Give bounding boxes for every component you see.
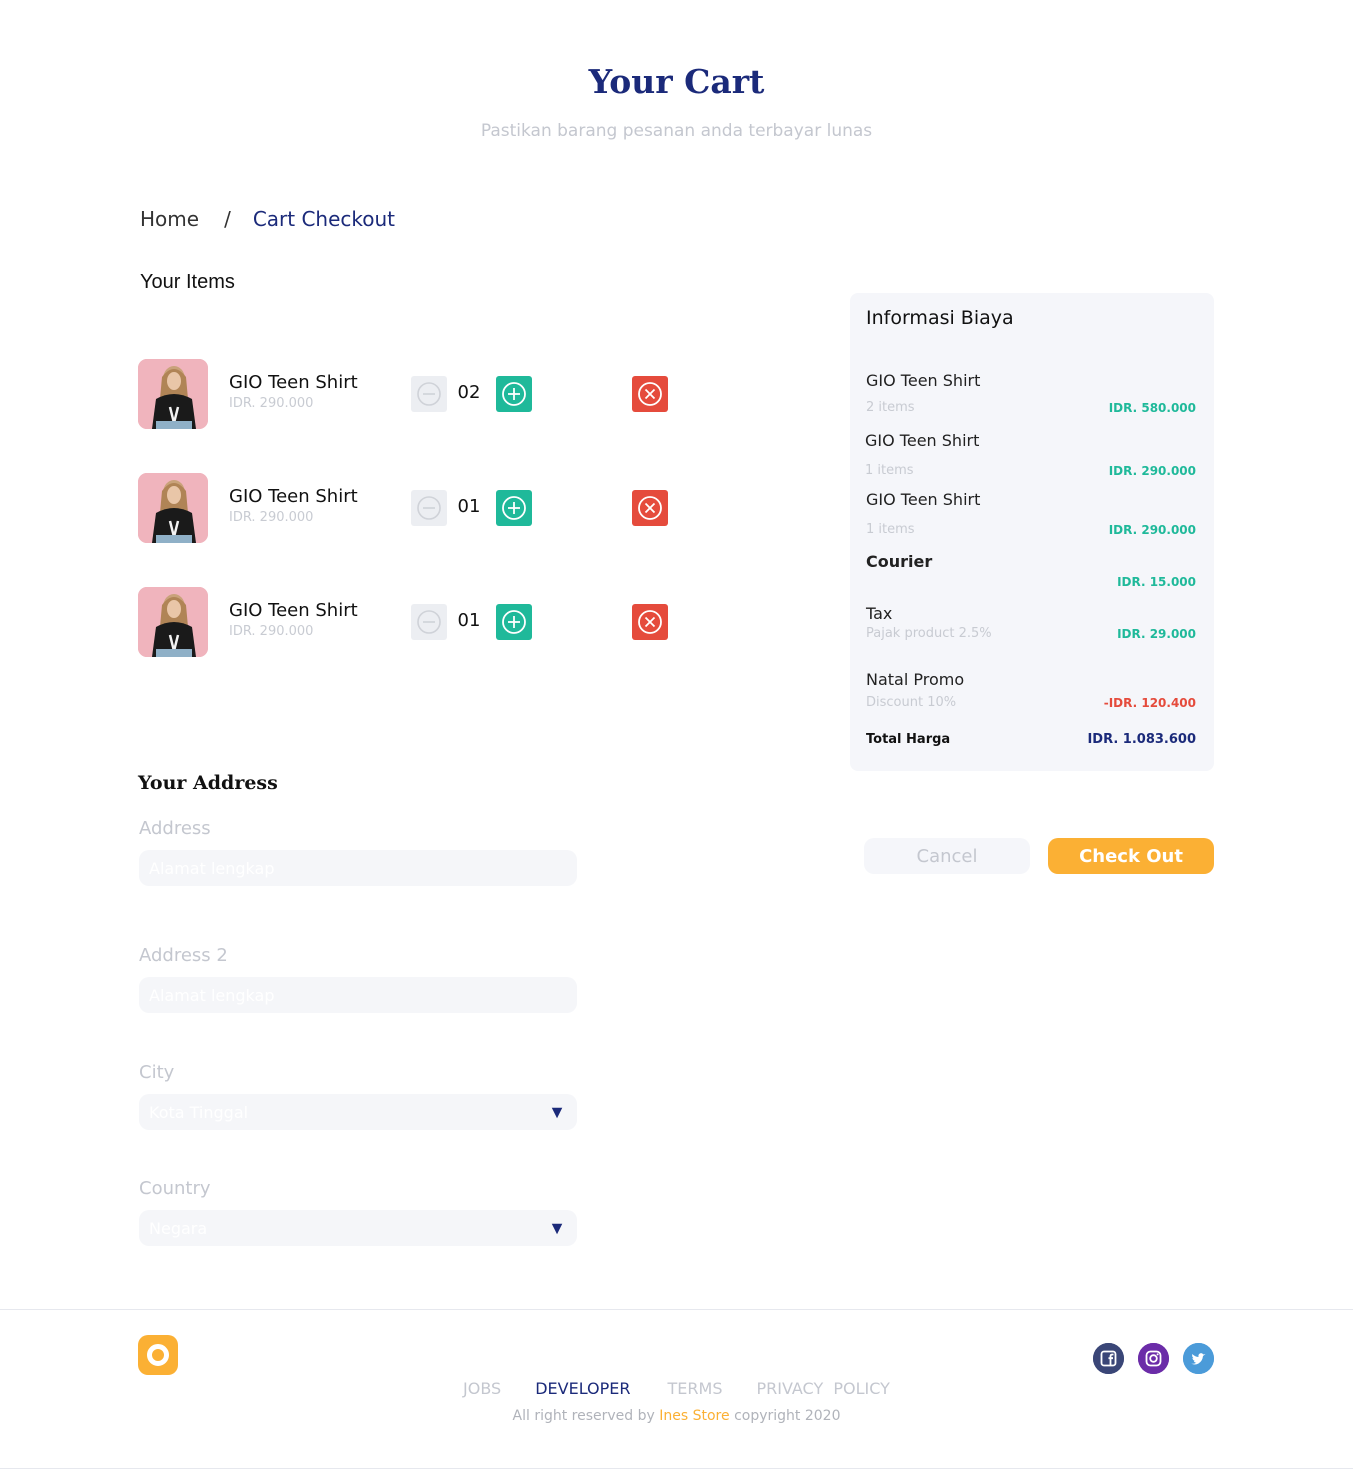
quantity-value: 01 (457, 610, 481, 631)
minus-circle-icon (417, 382, 441, 406)
page-title: Your Cart (588, 62, 765, 101)
your-items-heading: Your Items (140, 271, 235, 293)
cancel-button[interactable]: Cancel (864, 838, 1030, 874)
minus-circle-icon (417, 496, 441, 520)
brand-link[interactable]: Ines Store (659, 1408, 729, 1424)
footer-nav: JOBS DEVELOPER TERMS PRIVACY POLICY (0, 1379, 1353, 1398)
plus-circle-icon (502, 610, 526, 634)
logo-ring-icon (147, 1344, 169, 1366)
summary-promo-note: Discount 10% (866, 695, 957, 710)
summary-total-value: IDR. 1.083.600 (1087, 732, 1196, 747)
minus-circle-icon (417, 610, 441, 634)
summary-promo-value: -IDR. 120.400 (1103, 696, 1196, 710)
address-label: Address (139, 818, 211, 839)
summary-item-value: IDR. 290.000 (1108, 523, 1196, 537)
summary-item-value: IDR. 290.000 (1108, 464, 1196, 478)
remove-item-button[interactable] (632, 376, 668, 412)
product-name: GIO Teen Shirt (229, 372, 358, 393)
city-select-value: Kota Tinggal (149, 1102, 249, 1122)
address2-label: Address 2 (139, 945, 228, 966)
cost-summary-panel: Informasi Biaya GIO Teen Shirt 2 items I… (850, 293, 1214, 771)
footer-link-jobs[interactable]: JOBS (463, 1379, 501, 1398)
remove-item-button[interactable] (632, 490, 668, 526)
quantity-value: 02 (457, 382, 481, 403)
instagram-icon[interactable] (1138, 1343, 1169, 1374)
cart-item: GIO Teen Shirt IDR. 290.000 01 (138, 587, 678, 657)
summary-item-count: 1 items (866, 522, 915, 537)
footer-link-privacy-policy[interactable]: PRIVACY POLICY (756, 1379, 889, 1398)
decrease-quantity-button[interactable] (411, 490, 447, 526)
summary-item-name: GIO Teen Shirt (866, 371, 981, 390)
store-logo[interactable] (138, 1335, 178, 1375)
summary-tax-note: Pajak product 2.5% (866, 626, 992, 641)
breadcrumb: Home / Cart Checkout (140, 207, 395, 231)
summary-promo-label: Natal Promo (866, 670, 965, 689)
copyright-prefix: All right reserved by (512, 1408, 660, 1424)
product-name: GIO Teen Shirt (229, 600, 358, 621)
remove-item-button[interactable] (632, 604, 668, 640)
decrease-quantity-button[interactable] (411, 376, 447, 412)
increase-quantity-button[interactable] (496, 604, 532, 640)
summary-item-value: IDR. 580.000 (1108, 401, 1196, 415)
product-thumbnail (138, 359, 208, 429)
plus-circle-icon (502, 496, 526, 520)
facebook-icon[interactable] (1093, 1343, 1124, 1374)
summary-item-name: GIO Teen Shirt (865, 431, 980, 450)
country-label: Country (139, 1178, 211, 1199)
increase-quantity-button[interactable] (496, 490, 532, 526)
breadcrumb-separator: / (224, 207, 231, 231)
summary-tax-value: IDR. 29.000 (1117, 627, 1196, 641)
cart-item: GIO Teen Shirt IDR. 290.000 02 (138, 359, 678, 429)
your-address-heading: Your Address (138, 772, 278, 794)
summary-item-count: 1 items (865, 463, 914, 478)
city-select[interactable]: Kota Tinggal ▼ (139, 1094, 577, 1130)
increase-quantity-button[interactable] (496, 376, 532, 412)
product-price: IDR. 290.000 (229, 396, 314, 411)
plus-circle-icon (502, 382, 526, 406)
city-label: City (139, 1062, 175, 1083)
footer-copyright: All right reserved by Ines Store copyrig… (0, 1408, 1353, 1424)
address-input[interactable] (139, 850, 577, 886)
summary-item-name: GIO Teen Shirt (866, 490, 981, 509)
page-subtitle: Pastikan barang pesanan anda terbayar lu… (480, 121, 873, 141)
address2-input[interactable] (139, 977, 577, 1013)
copyright-suffix: copyright 2020 (729, 1408, 841, 1424)
close-circle-icon (638, 496, 662, 520)
product-price: IDR. 290.000 (229, 624, 314, 639)
decrease-quantity-button[interactable] (411, 604, 447, 640)
product-price: IDR. 290.000 (229, 510, 314, 525)
footer-bottom-divider (0, 1468, 1353, 1469)
country-select-value: Negara (149, 1218, 208, 1238)
breadcrumb-home-link[interactable]: Home (140, 207, 199, 231)
summary-item-count: 2 items (866, 400, 915, 415)
product-name: GIO Teen Shirt (229, 486, 358, 507)
breadcrumb-current: Cart Checkout (252, 207, 396, 231)
summary-courier-value: IDR. 15.000 (1117, 575, 1196, 589)
close-circle-icon (638, 610, 662, 634)
footer-link-terms[interactable]: TERMS (668, 1379, 723, 1398)
product-thumbnail (138, 473, 208, 543)
cart-item: GIO Teen Shirt IDR. 290.000 01 (138, 473, 678, 543)
checkout-button[interactable]: Check Out (1048, 838, 1214, 874)
summary-title: Informasi Biaya (866, 307, 1014, 329)
close-circle-icon (638, 382, 662, 406)
product-thumbnail (138, 587, 208, 657)
footer-divider (0, 1309, 1353, 1310)
chevron-down-icon: ▼ (548, 1101, 566, 1122)
summary-tax-label: Tax (866, 604, 893, 623)
quantity-value: 01 (457, 496, 481, 517)
footer-link-developer[interactable]: DEVELOPER (535, 1379, 630, 1398)
summary-courier-label: Courier (866, 552, 933, 571)
summary-total-label: Total Harga (866, 732, 951, 747)
twitter-icon[interactable] (1183, 1343, 1214, 1374)
chevron-down-icon: ▼ (548, 1217, 566, 1238)
country-select[interactable]: Negara ▼ (139, 1210, 577, 1246)
